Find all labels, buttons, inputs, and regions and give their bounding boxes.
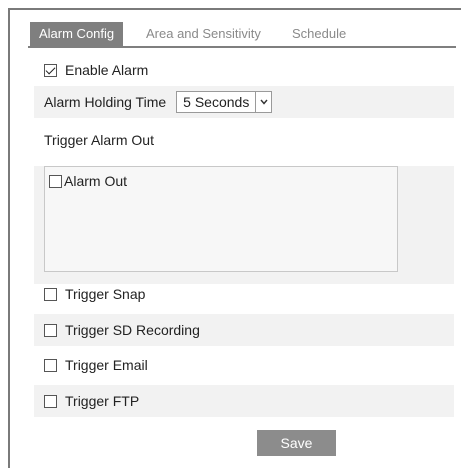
trigger-alarm-out-label: Trigger Alarm Out: [44, 132, 154, 148]
tab-schedule[interactable]: Schedule: [292, 22, 346, 46]
save-button[interactable]: Save: [257, 430, 336, 456]
alarm-holding-time-select[interactable]: 5 Seconds: [176, 91, 273, 113]
trigger-snap-checkbox[interactable]: [44, 287, 57, 301]
trigger-ftp-row: Trigger FTP: [34, 385, 454, 417]
enable-alarm-label: Enable Alarm: [65, 62, 149, 78]
tab-alarm-config[interactable]: Alarm Config: [30, 22, 124, 46]
trigger-sd-recording-label: Trigger SD Recording: [65, 322, 200, 338]
trigger-snap-row: Trigger Snap: [34, 278, 454, 310]
trigger-sd-recording-row: Trigger SD Recording: [34, 314, 454, 346]
alarm-out-label: Alarm Out: [64, 173, 128, 189]
trigger-ftp-checkbox[interactable]: [44, 394, 57, 408]
alarm-out-section: Alarm Out: [34, 166, 454, 284]
alarm-out-list: Alarm Out: [44, 166, 398, 272]
tab-bar: Alarm Config Area and Sensitivity Schedu…: [28, 22, 456, 48]
chevron-down-icon: [255, 92, 271, 112]
trigger-snap-label: Trigger Snap: [65, 286, 146, 302]
alarm-holding-time-label: Alarm Holding Time: [44, 94, 167, 110]
alarm-holding-time-row: Alarm Holding Time 5 Seconds: [34, 86, 454, 118]
trigger-email-row: Trigger Email: [34, 349, 454, 381]
trigger-email-label: Trigger Email: [65, 357, 148, 373]
alarm-out-checkbox[interactable]: [49, 174, 62, 188]
enable-alarm-row: Enable Alarm: [34, 54, 454, 86]
trigger-sd-recording-checkbox[interactable]: [44, 323, 57, 337]
enable-alarm-checkbox[interactable]: [44, 63, 57, 77]
trigger-ftp-label: Trigger FTP: [65, 393, 140, 409]
alarm-config-panel: Alarm Config Area and Sensitivity Schedu…: [10, 10, 461, 468]
trigger-alarm-out-row: Trigger Alarm Out: [34, 124, 454, 156]
tab-area-and-sensitivity[interactable]: Area and Sensitivity: [146, 22, 261, 46]
trigger-email-checkbox[interactable]: [44, 358, 57, 372]
alarm-out-item: Alarm Out: [49, 173, 127, 189]
alarm-holding-time-value: 5 Seconds: [183, 94, 250, 110]
